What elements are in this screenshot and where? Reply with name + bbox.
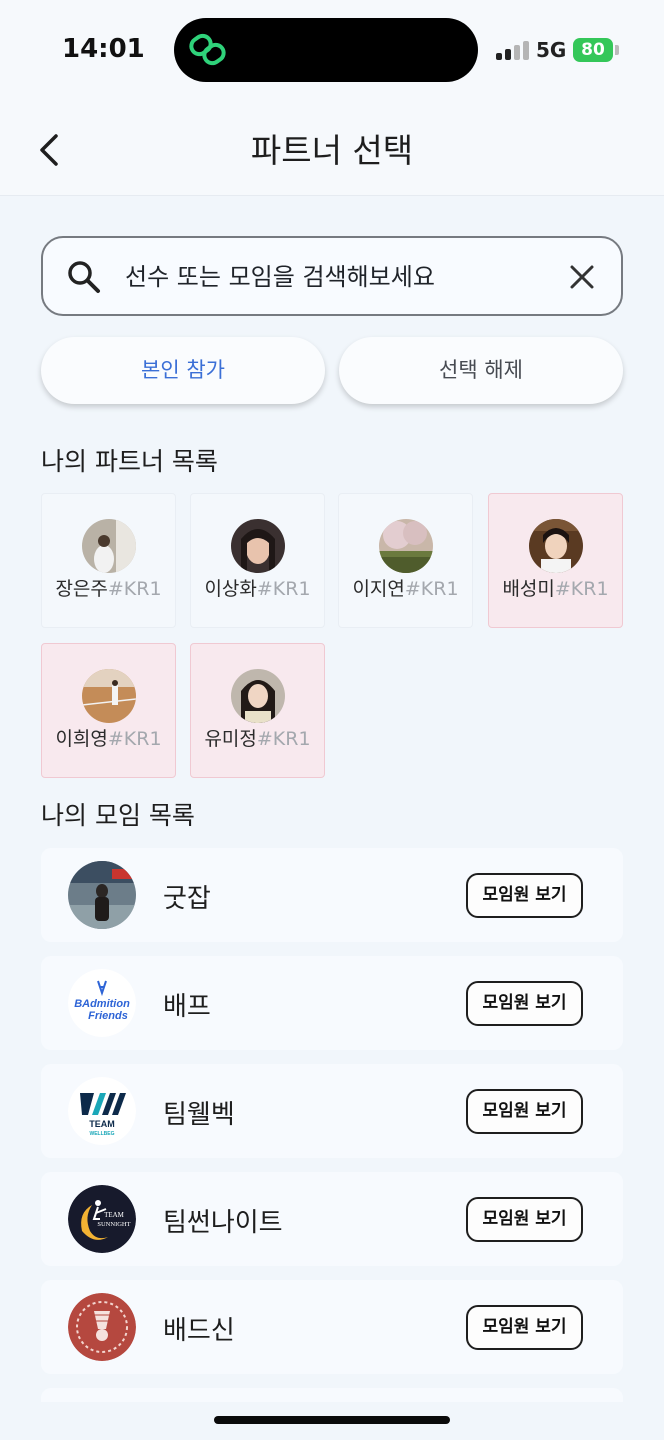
partner-card[interactable]: 장은주#KR1 [41,493,176,628]
partner-tag: #KR1 [256,728,311,750]
search-box [41,236,623,316]
club-card[interactable]: BAdmition Friends 배프 모임원 보기 [41,956,623,1050]
join-self-button[interactable]: 본인 참가 [41,337,325,404]
svg-text:SUNNIGHT: SUNNIGHT [97,1221,130,1228]
svg-text:BAdmition: BAdmition [74,998,130,1010]
club-name: 굿잡 [163,884,211,914]
club-name: 배드신 [163,1316,235,1346]
svg-text:TEAM: TEAM [89,1119,115,1129]
club-logo: BAdmition Friends [68,969,136,1037]
deselect-button[interactable]: 선택 해제 [339,337,623,404]
partner-name: 유미정 [204,728,257,750]
partner-name: 이지연 [352,578,405,600]
app-header: 파트너 선택 [0,100,664,196]
partner-name: 배성미 [502,578,555,600]
network-type: 5G [536,38,567,62]
partner-tag: #KR1 [107,728,162,750]
club-name: 팀썬나이트 [163,1208,283,1238]
partner-name: 이희영 [55,728,108,750]
partner-card[interactable]: 유미정#KR1 [190,643,325,778]
club-name: 팀웰벡 [163,1100,235,1130]
svg-text:WELLBEG: WELLBEG [90,1131,115,1137]
search-icon [68,261,100,293]
search-input[interactable] [125,256,545,298]
avatar [82,669,136,723]
view-members-button[interactable]: 모임원 보기 [466,1305,583,1350]
view-members-button[interactable]: 모임원 보기 [466,981,583,1026]
battery-icon: 80 [573,38,613,62]
club-card[interactable]: TEAM SUNNIGHT 팀썬나이트 모임원 보기 [41,1172,623,1266]
club-card[interactable]: 배드신 모임원 보기 [41,1280,623,1374]
partner-card[interactable]: 이희영#KR1 [41,643,176,778]
view-members-button[interactable]: 모임원 보기 [466,1089,583,1134]
avatar [82,519,136,573]
club-logo: TEAM WELLBEG [68,1077,136,1145]
avatar [231,669,285,723]
home-indicator[interactable] [214,1416,450,1424]
avatar [379,519,433,573]
status-bar: 14:01 5G 80 [0,0,664,100]
page-title: 파트너 선택 [250,131,414,170]
view-members-button[interactable]: 모임원 보기 [466,1197,583,1242]
battery-tip [615,45,619,55]
club-name: 배프 [163,992,211,1022]
club-card[interactable]: 굿잡 모임원 보기 [41,848,623,942]
dynamic-island [174,18,478,82]
partner-tag: #KR1 [554,578,609,600]
partner-name: 장은주 [55,578,108,600]
partner-tag: #KR1 [256,578,311,600]
club-logo [68,1293,136,1361]
partner-name: 이상화 [204,578,257,600]
partner-card[interactable]: 배성미#KR1 [488,493,623,628]
cellular-signal-icon [496,40,530,60]
clubs-section-title: 나의 모임 목록 [41,801,195,830]
partner-card[interactable]: 이상화#KR1 [190,493,325,628]
partners-section-title: 나의 파트너 목록 [41,447,218,476]
partner-card[interactable]: 이지연#KR1 [338,493,473,628]
partner-tag: #KR1 [107,578,162,600]
svg-text:TEAM: TEAM [104,1211,125,1219]
close-icon[interactable] [565,260,599,294]
club-logo [68,861,136,929]
club-card[interactable] [41,1388,623,1402]
avatar [231,519,285,573]
status-time: 14:01 [62,34,145,64]
partner-tag: #KR1 [404,578,459,600]
svg-text:Friends: Friends [88,1010,128,1022]
avatar [529,519,583,573]
club-card[interactable]: TEAM WELLBEG 팀웰벡 모임원 보기 [41,1064,623,1158]
club-logo: TEAM SUNNIGHT [68,1185,136,1253]
link-icon [189,33,226,66]
view-members-button[interactable]: 모임원 보기 [466,873,583,918]
